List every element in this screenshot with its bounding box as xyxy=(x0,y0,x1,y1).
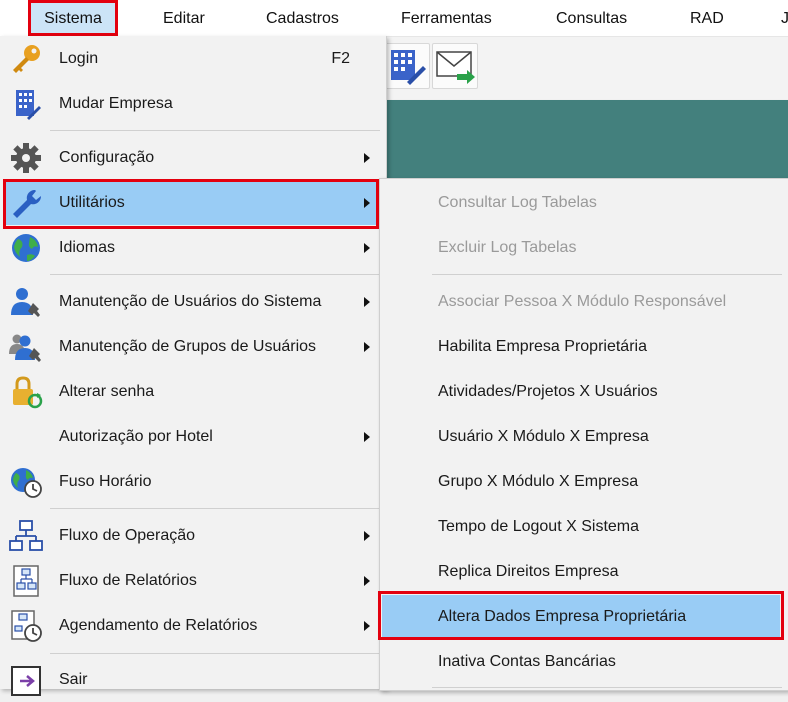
mail-send-icon xyxy=(436,51,475,84)
submenu-item-grupo-modulo-empresa[interactable]: Grupo X Módulo X Empresa xyxy=(382,460,780,504)
menu-item-login[interactable]: Login F2 xyxy=(4,37,380,81)
menu-j[interactable]: J xyxy=(781,0,788,36)
menu-ferramentas[interactable]: Ferramentas xyxy=(401,0,492,36)
menu-item-idiomas[interactable]: Idiomas xyxy=(4,226,380,270)
menu-item-fluxo-relatorios[interactable]: Fluxo de Relatórios xyxy=(4,559,380,603)
submenu-arrow-icon xyxy=(364,297,370,307)
wrench-icon xyxy=(13,189,42,218)
toolbar-mail-send-button[interactable] xyxy=(432,43,478,89)
menu-item-label: Habilita Empresa Proprietária xyxy=(438,338,647,355)
menu-item-fuso-horario[interactable]: Fuso Horário xyxy=(4,460,380,504)
menu-item-utilitarios[interactable]: Utilitários xyxy=(4,181,380,225)
menu-item-label: Altera Dados Empresa Proprietária xyxy=(438,608,687,625)
building-edit-icon xyxy=(391,50,426,85)
flowchart-icon xyxy=(9,520,43,551)
menu-separator xyxy=(50,274,380,275)
menu-item-label: Fuso Horário xyxy=(59,473,152,490)
menu-separator xyxy=(50,508,380,509)
menu-item-label: Manutenção de Usuários do Sistema xyxy=(59,293,322,310)
submenu-arrow-icon xyxy=(364,531,370,541)
menu-item-shortcut: F2 xyxy=(331,50,350,67)
menu-sistema[interactable]: Sistema xyxy=(28,0,118,36)
submenu-arrow-icon xyxy=(364,243,370,253)
menu-item-label: Atividades/Projetos X Usuários xyxy=(438,383,658,400)
exit-icon xyxy=(11,666,41,696)
report-schedule-icon xyxy=(11,610,42,642)
submenu-item-inativa-contas[interactable]: Inativa Contas Bancárias xyxy=(382,640,780,684)
globe-icon xyxy=(12,234,40,262)
menu-item-label: Consultar Log Tabelas xyxy=(438,194,597,211)
menu-item-label: Alterar senha xyxy=(59,383,155,400)
menu-bar: Sistema Editar Cadastros Ferramentas Con… xyxy=(0,0,788,37)
submenu-arrow-icon xyxy=(364,621,370,631)
submenu-item-consultar-log[interactable]: Consultar Log Tabelas xyxy=(382,181,780,225)
toolbar-building-edit-button[interactable] xyxy=(384,43,430,89)
menu-item-label: Tempo de Logout X Sistema xyxy=(438,518,640,535)
key-icon xyxy=(13,45,40,73)
menu-item-mudar-empresa[interactable]: Mudar Empresa xyxy=(4,82,380,126)
globe-clock-icon xyxy=(11,468,42,498)
menu-item-label: Manutenção de Grupos de Usuários xyxy=(59,338,317,355)
menu-item-label: Fluxo de Relatórios xyxy=(59,572,197,589)
building-icon xyxy=(16,90,41,120)
submenu-item-atividades-projetos[interactable]: Atividades/Projetos X Usuários xyxy=(382,370,780,414)
menu-item-sair[interactable]: Sair xyxy=(4,658,380,702)
menu-item-label: Replica Direitos Empresa xyxy=(438,563,619,580)
lock-refresh-icon xyxy=(13,376,43,409)
submenu-arrow-icon xyxy=(364,432,370,442)
submenu-item-usuario-modulo-empresa[interactable]: Usuário X Módulo X Empresa xyxy=(382,415,780,459)
menu-item-manutencao-usuarios[interactable]: Manutenção de Usuários do Sistema xyxy=(4,280,380,324)
menu-cadastros[interactable]: Cadastros xyxy=(266,0,339,36)
submenu-arrow-icon xyxy=(364,342,370,352)
menu-editar[interactable]: Editar xyxy=(163,0,205,36)
report-flow-icon xyxy=(13,565,39,597)
menu-item-label: Inativa Contas Bancárias xyxy=(438,653,616,670)
group-settings-icon xyxy=(9,334,41,362)
menu-rad[interactable]: RAD xyxy=(690,0,724,36)
submenu-arrow-icon xyxy=(364,153,370,163)
menu-separator xyxy=(50,653,380,654)
menu-separator xyxy=(432,687,782,688)
menu-item-label: Mudar Empresa xyxy=(59,95,173,112)
submenu-item-altera-dados-empresa[interactable]: Altera Dados Empresa Proprietária xyxy=(382,595,780,639)
menu-item-agendamento-relatorios[interactable]: Agendamento de Relatórios xyxy=(4,604,380,648)
menu-item-manutencao-grupos[interactable]: Manutenção de Grupos de Usuários xyxy=(4,325,380,369)
utilitarios-submenu: Consultar Log Tabelas Excluir Log Tabela… xyxy=(379,178,788,691)
menu-item-label: Usuário X Módulo X Empresa xyxy=(438,428,649,445)
menu-item-configuracao[interactable]: Configuração xyxy=(4,136,380,180)
submenu-item-associar-pessoa[interactable]: Associar Pessoa X Módulo Responsável xyxy=(382,280,780,324)
menu-item-label: Utilitários xyxy=(59,194,125,211)
submenu-item-habilita-empresa[interactable]: Habilita Empresa Proprietária xyxy=(382,325,780,369)
menu-separator xyxy=(50,130,380,131)
menu-item-label: Configuração xyxy=(59,149,155,166)
menu-item-fluxo-operacao[interactable]: Fluxo de Operação xyxy=(4,514,380,558)
menu-item-alterar-senha[interactable]: Alterar senha xyxy=(4,370,380,414)
submenu-arrow-icon xyxy=(364,198,370,208)
menu-item-label: Sair xyxy=(59,671,88,688)
menu-separator xyxy=(432,274,782,275)
menu-item-label: Excluir Log Tabelas xyxy=(438,239,577,256)
menu-consultas[interactable]: Consultas xyxy=(556,0,627,36)
menu-item-label: Fluxo de Operação xyxy=(59,527,196,544)
menu-item-label: Associar Pessoa X Módulo Responsável xyxy=(438,293,727,310)
user-settings-icon xyxy=(11,288,40,317)
submenu-item-replica-direitos[interactable]: Replica Direitos Empresa xyxy=(382,550,780,594)
menu-item-label: Agendamento de Relatórios xyxy=(59,617,258,634)
menu-item-label: Login xyxy=(59,50,99,67)
menu-item-label: Autorização por Hotel xyxy=(59,428,213,445)
submenu-item-tempo-logout[interactable]: Tempo de Logout X Sistema xyxy=(382,505,780,549)
menu-item-label: Grupo X Módulo X Empresa xyxy=(438,473,639,490)
submenu-arrow-icon xyxy=(364,576,370,586)
gear-icon xyxy=(11,143,41,173)
sistema-dropdown: Login F2 Mudar Empresa Configuração Util… xyxy=(0,36,387,696)
menu-item-label: Idiomas xyxy=(59,239,116,256)
menu-item-autorizacao-hotel[interactable]: Autorização por Hotel xyxy=(4,415,380,459)
submenu-item-excluir-log[interactable]: Excluir Log Tabelas xyxy=(382,226,780,270)
toolbar xyxy=(384,37,788,99)
